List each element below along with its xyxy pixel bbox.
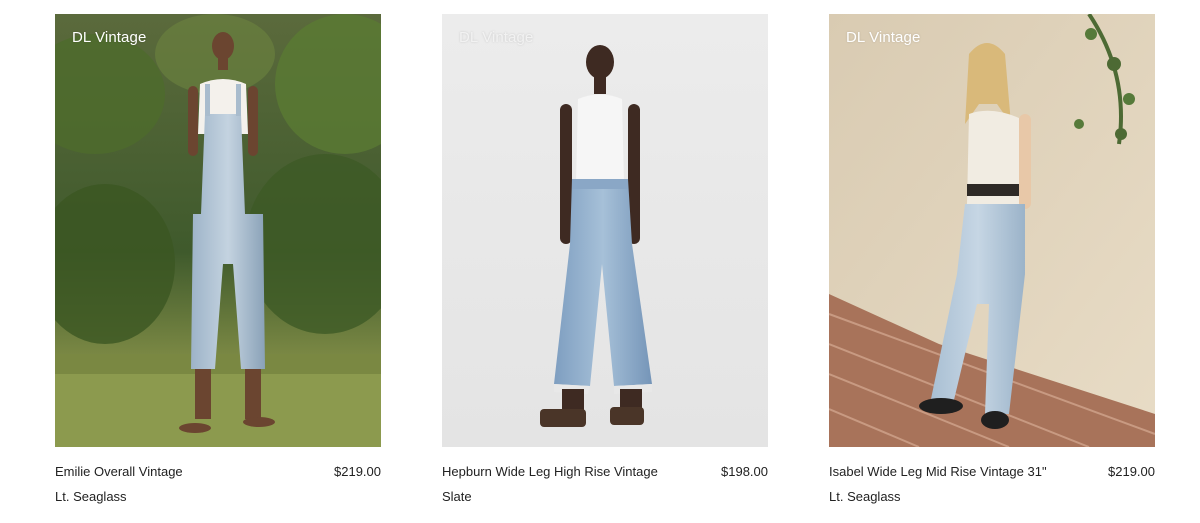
product-badge: DL Vintage (72, 29, 147, 46)
product-name-link[interactable]: Isabel Wide Leg Mid Rise Vintage 31" (829, 464, 1047, 479)
product-price: $198.00 (721, 464, 768, 479)
product-color: Lt. Seaglass (55, 489, 127, 504)
product-price: $219.00 (334, 464, 381, 479)
product-color: Lt. Seaglass (829, 489, 901, 504)
product-price: $219.00 (1108, 464, 1155, 479)
product-photo (442, 14, 768, 447)
product-image-link[interactable]: DL Vintage (55, 14, 381, 447)
product-name-link[interactable]: Emilie Overall Vintage (55, 464, 183, 479)
product-photo (55, 14, 381, 447)
product-badge: DL Vintage (459, 29, 534, 46)
product-color: Slate (442, 489, 472, 504)
product-card[interactable]: DL Vintage Hepburn Wide Leg High Rise Vi… (442, 14, 768, 507)
product-image-link[interactable]: DL Vintage (442, 14, 768, 447)
product-card[interactable]: DL Vintage Isabel Wide Leg Mid Rise Vint… (829, 14, 1155, 507)
product-badge: DL Vintage (846, 29, 921, 46)
product-card[interactable]: DL Vintage Emilie Overall Vintage $219.0… (55, 14, 381, 507)
product-image-link[interactable]: DL Vintage (829, 14, 1155, 447)
product-name-link[interactable]: Hepburn Wide Leg High Rise Vintage (442, 464, 658, 479)
product-photo (829, 14, 1155, 447)
